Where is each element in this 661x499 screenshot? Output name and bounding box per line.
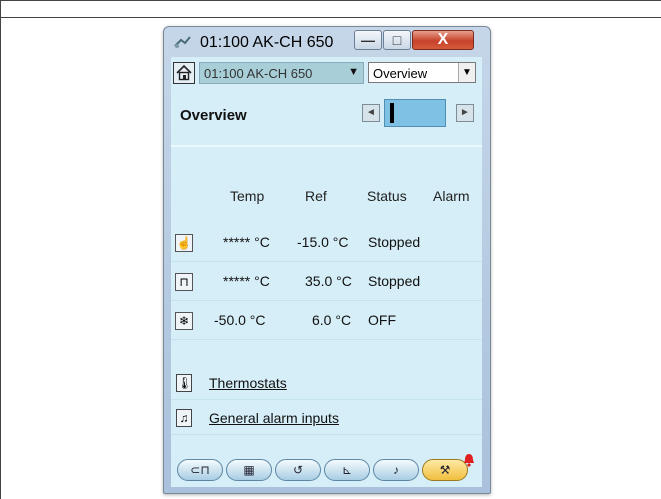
arrow-left-icon: ◄ <box>366 107 376 118</box>
undo-icon: ↺ <box>292 463 304 477</box>
ref-value: -15.0 °C <box>297 234 349 250</box>
alarm-indicator-icon <box>464 454 474 467</box>
minimize-icon: — <box>361 32 375 48</box>
alarm-bell-icon: ♪ <box>393 463 399 477</box>
nav-graph-button[interactable]: ⊾ <box>324 459 370 481</box>
page-title: Overview <box>180 107 247 124</box>
maximize-button[interactable]: □ <box>383 30 411 50</box>
temp-value: ***** °C <box>223 234 270 250</box>
status-value: Stopped <box>368 234 421 250</box>
app-icon <box>174 36 191 48</box>
chevron-down-icon: ▼ <box>458 63 475 82</box>
device-select-value: 01:100 AK-CH 650 <box>204 66 313 81</box>
temp-value: -50.0 °C <box>214 312 266 328</box>
thermometer-icon: 🌡 <box>176 374 193 392</box>
window-title: 01:100 AK-CH 650 <box>200 34 334 51</box>
list-item-thermostats[interactable]: 🌡 Thermostats <box>171 365 482 400</box>
wrench-icon: ⚒ <box>439 463 451 477</box>
snowflake-icon[interactable]: ❄ <box>175 312 193 330</box>
nav-alarm-button[interactable]: ♪ <box>373 459 419 481</box>
outer-frame-top <box>0 0 661 1</box>
status-value: Stopped <box>368 273 421 289</box>
prev-page-button[interactable]: ◄ <box>362 104 380 122</box>
thermostats-link[interactable]: Thermostats <box>209 375 287 391</box>
column-header-alarm: Alarm <box>433 188 470 204</box>
compressor-icon[interactable]: ⊓ <box>175 273 193 291</box>
divider <box>171 145 482 147</box>
close-icon: X <box>437 31 449 48</box>
page-slider[interactable]: ◄ ► <box>362 99 477 127</box>
arrow-right-icon: ► <box>460 107 470 118</box>
next-page-button[interactable]: ► <box>456 104 474 122</box>
table-row[interactable]: ⊓ ***** °C 35.0 °C Stopped <box>171 262 482 301</box>
nav-service-button[interactable]: ⚒ <box>422 459 468 481</box>
temp-value: ***** °C <box>223 273 270 289</box>
general-alarm-inputs-link[interactable]: General alarm inputs <box>209 410 339 426</box>
table-row[interactable]: ☝ ***** °C -15.0 °C Stopped <box>171 223 482 262</box>
close-button[interactable]: X <box>412 30 474 50</box>
column-header-status: Status <box>367 188 407 204</box>
home-icon <box>176 64 192 81</box>
client-area: 01:100 AK-CH 650 ▼ Overview ▼ Overview ◄… <box>171 57 482 487</box>
nav-grid-button[interactable]: ▦ <box>226 459 272 481</box>
chevron-down-icon: ▼ <box>348 66 359 78</box>
graph-icon: ⊾ <box>341 463 353 477</box>
plant-icon: ⊂⊓ <box>190 463 210 477</box>
nav-plant-button[interactable]: ⊂⊓ <box>177 459 223 481</box>
column-header-temp: Temp <box>230 188 265 204</box>
bell-icon: ♫ <box>176 409 192 427</box>
view-select[interactable]: Overview ▼ <box>368 62 476 83</box>
column-header-ref: Ref <box>305 188 327 204</box>
grid-icon: ▦ <box>243 463 255 477</box>
table-row[interactable]: ❄ -50.0 °C 6.0 °C OFF <box>171 301 482 340</box>
maximize-icon: □ <box>392 32 402 48</box>
bottom-navbar: ⊂⊓ ▦ ↺ ⊾ ♪ ⚒ <box>171 449 482 487</box>
nav-undo-button[interactable]: ↺ <box>275 459 321 481</box>
ref-value: 6.0 °C <box>312 312 352 328</box>
slider-thumb[interactable] <box>390 103 394 123</box>
list-item-general-alarm-inputs[interactable]: ♫ General alarm inputs <box>171 400 482 435</box>
hand-icon[interactable]: ☝ <box>175 234 193 252</box>
status-value: OFF <box>368 312 396 328</box>
app-window: 01:100 AK-CH 650 — □ X 01:100 AK-CH 650 … <box>163 26 491 494</box>
outer-frame-divider <box>0 17 661 18</box>
outer-frame-left <box>0 0 1 499</box>
view-select-value: Overview <box>373 66 428 81</box>
home-button[interactable] <box>173 62 195 84</box>
minimize-button[interactable]: — <box>354 30 382 50</box>
ref-value: 35.0 °C <box>305 273 352 289</box>
device-select[interactable]: 01:100 AK-CH 650 ▼ <box>199 62 364 84</box>
slider-track[interactable] <box>384 99 446 127</box>
title-bar[interactable]: 01:100 AK-CH 650 — □ X <box>164 27 490 57</box>
